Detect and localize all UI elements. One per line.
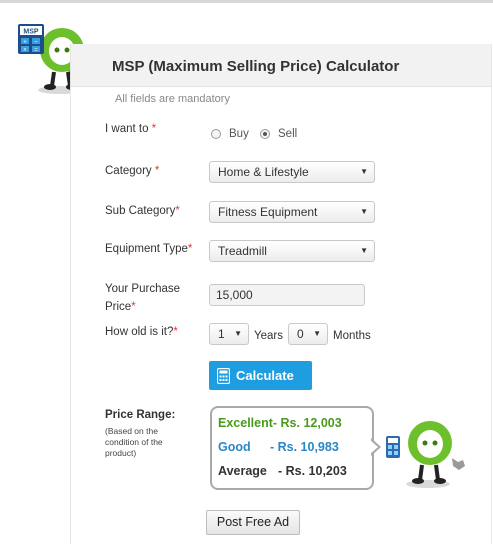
chevron-down-icon: ▼ [360, 167, 368, 176]
svg-text:×: × [23, 48, 27, 54]
chevron-down-icon: ▼ [234, 329, 242, 338]
required-marker: * [187, 243, 193, 255]
sub-category-select[interactable]: Fitness Equipment ▼ [209, 201, 375, 223]
price-result-box: Excellent- Rs. 12,003 Good - Rs. 10,983 A… [210, 406, 374, 490]
months-select-value: 0 [297, 327, 304, 341]
price-value: - Rs. 10,203 [278, 464, 347, 478]
condition-label: Average [218, 464, 267, 478]
years-unit: Years [254, 330, 283, 342]
category-select[interactable]: Home & Lifestyle ▼ [209, 161, 375, 183]
condition-label: Good [218, 440, 251, 454]
radio-sell[interactable]: Sell [260, 128, 297, 140]
price-value: - Rs. 12,003 [272, 416, 342, 430]
months-select[interactable]: 0 ▼ [288, 323, 328, 345]
radio-sell-label: Sell [278, 128, 298, 140]
radio-buy-circle[interactable] [211, 129, 221, 139]
equipment-type-select-value: Treadmill [218, 244, 267, 258]
calculate-button[interactable]: Calculate [209, 361, 312, 390]
years-select[interactable]: 1 ▼ [209, 323, 249, 345]
price-value: - Rs. 10,983 [270, 440, 339, 454]
price-row-good: Good - Rs. 10,983 [218, 440, 339, 454]
sub-category-label: Sub Category* [105, 202, 180, 220]
top-divider [0, 0, 493, 3]
category-label-text: Category [105, 165, 152, 177]
years-select-value: 1 [218, 327, 225, 341]
msp-badge-text: MSP [23, 29, 39, 36]
calculator-icon [217, 367, 230, 384]
i-want-to-label: I want to * [105, 120, 156, 138]
speech-pointer-inner [370, 440, 378, 454]
page-title: MSP (Maximum Selling Price) Calculator [112, 58, 400, 75]
price-range-note: (Based on the condition of the product) [105, 426, 185, 459]
category-label: Category * [105, 162, 159, 180]
months-unit: Months [333, 330, 371, 342]
price-row-average: Average - Rs. 10,203 [218, 464, 347, 478]
chevron-down-icon: ▼ [360, 207, 368, 216]
category-select-value: Home & Lifestyle [218, 165, 309, 179]
price-note-line: condition of the [105, 437, 163, 447]
radio-buy[interactable]: Buy [211, 128, 249, 140]
purchase-price-label: Your Purchase [105, 280, 180, 298]
post-free-ad-button[interactable]: Post Free Ad [206, 510, 300, 535]
required-marker: * [151, 123, 157, 135]
chevron-down-icon: ▼ [313, 329, 321, 338]
equipment-type-label: Equipment Type* [105, 240, 192, 258]
svg-text:−: − [34, 40, 38, 46]
radio-buy-label: Buy [229, 128, 249, 140]
sub-category-select-value: Fitness Equipment [218, 205, 318, 219]
age-label-text: How old is it? [105, 326, 174, 338]
age-label: How old is it?* [105, 323, 178, 341]
mascot-icon [382, 410, 472, 490]
required-marker: * [175, 205, 180, 217]
purchase-price-label-2: Price* [105, 298, 136, 316]
price-note-line: (Based on the [105, 426, 158, 436]
chevron-down-icon: ▼ [360, 246, 368, 255]
calculate-button-label: Calculate [236, 368, 294, 383]
equipment-type-select[interactable]: Treadmill ▼ [209, 240, 375, 262]
price-range-label: Price Range: [105, 409, 176, 421]
sub-category-label-text: Sub Category [105, 205, 176, 217]
purchase-price-input[interactable]: 15,000 [209, 284, 365, 306]
svg-text:=: = [34, 48, 38, 54]
purchase-price-label-line1: Your Purchase [105, 283, 181, 295]
radio-sell-circle[interactable] [260, 129, 270, 139]
mandatory-note: All fields are mandatory [115, 93, 230, 105]
required-marker: * [173, 326, 178, 338]
required-marker: * [131, 301, 136, 313]
price-row-excellent: Excellent- Rs. 12,003 [218, 416, 342, 430]
svg-text:+: + [23, 40, 27, 46]
price-note-line: product) [105, 448, 137, 458]
equipment-type-label-text: Equipment Type [105, 243, 188, 255]
required-marker: * [154, 165, 160, 177]
purchase-price-label-line2: Price [105, 301, 132, 313]
i-want-to-label-text: I want to [105, 123, 149, 135]
condition-label: Excellent [218, 416, 273, 430]
